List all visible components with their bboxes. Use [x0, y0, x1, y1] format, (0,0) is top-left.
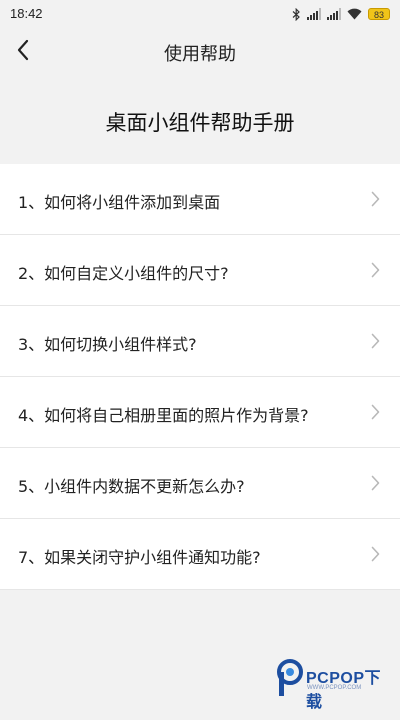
list-item-label: 7、如果关闭守护小组件通知功能? — [18, 548, 261, 567]
list-item-label: 3、如何切换小组件样式? — [18, 335, 197, 354]
status-icons: 83 — [292, 6, 390, 22]
page-title: 使用帮助 — [164, 44, 236, 65]
wifi-icon — [347, 8, 362, 20]
status-time: 18:42 — [10, 6, 43, 21]
chevron-right-icon — [371, 546, 380, 566]
pcpop-logo-icon — [276, 658, 304, 702]
chevron-right-icon — [371, 404, 380, 424]
manual-title: 桌面小组件帮助手册 — [105, 111, 295, 135]
header-bar: 使用帮助 — [0, 28, 400, 76]
list-item[interactable]: 4、如何将自己相册里面的照片作为背景? — [0, 377, 400, 448]
chevron-right-icon — [371, 191, 380, 211]
status-bar: 18:42 83 — [0, 0, 400, 28]
manual-title-section: 桌面小组件帮助手册 — [0, 76, 400, 164]
chevron-right-icon — [371, 333, 380, 353]
help-list: 1、如何将小组件添加到桌面 2、如何自定义小组件的尺寸? 3、如何切换小组件样式… — [0, 164, 400, 590]
watermark-url: WWW.PCPOP.COM — [307, 685, 362, 691]
chevron-right-icon — [371, 475, 380, 495]
watermark: PCPOP下载 WWW.PCPOP.COM — [276, 658, 396, 714]
bluetooth-icon — [292, 7, 301, 21]
signal-icon — [327, 8, 341, 20]
list-item-label: 4、如何将自己相册里面的照片作为背景? — [18, 406, 309, 425]
list-item-label: 5、小组件内数据不更新怎么办? — [18, 477, 245, 496]
list-item[interactable]: 1、如何将小组件添加到桌面 — [0, 164, 400, 235]
list-item[interactable]: 7、如果关闭守护小组件通知功能? — [0, 519, 400, 590]
battery-icon: 83 — [368, 8, 390, 20]
chevron-right-icon — [371, 262, 380, 282]
list-item-label: 1、如何将小组件添加到桌面 — [18, 193, 221, 212]
list-item[interactable]: 5、小组件内数据不更新怎么办? — [0, 448, 400, 519]
signal-icon — [307, 8, 321, 20]
list-item-label: 2、如何自定义小组件的尺寸? — [18, 264, 229, 283]
list-item[interactable]: 2、如何自定义小组件的尺寸? — [0, 235, 400, 306]
list-item[interactable]: 3、如何切换小组件样式? — [0, 306, 400, 377]
